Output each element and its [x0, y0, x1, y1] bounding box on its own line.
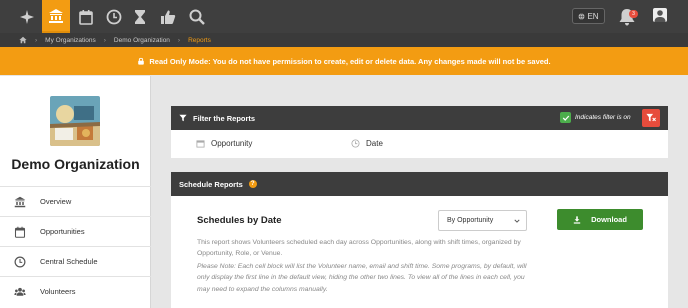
breadcrumb-separator: ›	[35, 36, 38, 44]
breadcrumb: › My Organizations › Demo Organization ›…	[0, 33, 688, 47]
check-icon	[560, 112, 571, 123]
bank-icon[interactable]	[42, 0, 70, 33]
group-by-select[interactable]: By Opportunity	[438, 210, 527, 231]
sidebar-item-central-schedule[interactable]: Central Schedule	[0, 246, 151, 276]
clear-filter-button[interactable]	[642, 109, 660, 127]
report-description: This report shows Volunteers scheduled e…	[197, 239, 521, 258]
download-label: Download	[591, 215, 627, 224]
breadcrumb-my-organizations[interactable]: My Organizations	[45, 37, 96, 44]
schedule-panel-title: Schedule Reports	[179, 179, 243, 189]
filter-indicator-text: Indicates filter is on	[575, 114, 631, 121]
breadcrumb-demo-organization[interactable]: Demo Organization	[114, 37, 170, 44]
organization-logo	[50, 96, 100, 146]
filter-icon	[179, 114, 187, 122]
sidebar-item-label: Volunteers	[40, 287, 76, 296]
breadcrumb-separator: ›	[103, 36, 106, 44]
clock-icon	[0, 256, 40, 268]
filter-panel-title: Filter the Reports	[193, 113, 256, 123]
filter-indicator: Indicates filter is on	[560, 112, 631, 123]
organization-name: Demo Organization	[11, 156, 140, 172]
sidebar-item-label: Overview	[40, 197, 72, 206]
users-icon	[0, 286, 40, 298]
sidebar-item-label: Central Schedule	[40, 257, 98, 266]
banner-text: Read Only Mode: You do not have permissi…	[149, 56, 551, 66]
sidebar-item-opportunities[interactable]: Opportunities	[0, 216, 151, 246]
hourglass-icon[interactable]	[126, 0, 154, 33]
sidebar-item-overview[interactable]: Overview	[0, 186, 151, 216]
filter-opportunity-label: Opportunity	[211, 139, 253, 148]
calendar-icon	[0, 226, 40, 238]
sidebar-item-label: Opportunities	[40, 227, 85, 236]
search-icon[interactable]	[183, 0, 211, 33]
notification-count-badge: 3	[629, 10, 638, 18]
download-button[interactable]: Download	[557, 209, 643, 230]
clock-icon	[351, 139, 360, 148]
sidebar: Demo Organization Overview Opportunities…	[0, 76, 151, 308]
home-icon[interactable]	[19, 36, 27, 44]
calendar-icon	[196, 140, 205, 148]
bank-icon	[0, 196, 40, 208]
thumbs-up-icon[interactable]	[154, 0, 182, 33]
schedule-panel-header: Schedule Reports ?	[171, 172, 668, 196]
language-label: EN	[587, 11, 599, 21]
clock-icon[interactable]	[100, 0, 128, 33]
download-icon	[573, 215, 581, 224]
sidebar-item-volunteers[interactable]: Volunteers	[0, 276, 151, 306]
report-note: Please Note: Each cell block will list t…	[197, 263, 527, 293]
lock-icon	[138, 57, 145, 65]
filter-date[interactable]: Date	[351, 139, 383, 148]
filter-remove-icon	[646, 113, 656, 122]
filter-date-label: Date	[366, 139, 383, 148]
calendar-icon[interactable]	[72, 0, 100, 33]
help-icon[interactable]: ?	[248, 180, 257, 188]
breadcrumb-separator: ›	[177, 36, 181, 44]
language-selector[interactable]: EN	[572, 8, 605, 24]
top-navbar: EN 3	[0, 0, 688, 33]
read-only-banner: Read Only Mode: You do not have permissi…	[0, 47, 688, 75]
filter-opportunity[interactable]: Opportunity	[196, 139, 252, 148]
plane-icon[interactable]	[13, 0, 41, 33]
user-avatar-icon[interactable]	[653, 8, 667, 22]
globe-icon	[578, 13, 585, 20]
report-title: Schedules by Date	[197, 215, 282, 226]
chevron-down-icon	[514, 219, 520, 223]
group-by-value: By Opportunity	[447, 217, 494, 224]
breadcrumb-reports: Reports	[188, 36, 211, 44]
